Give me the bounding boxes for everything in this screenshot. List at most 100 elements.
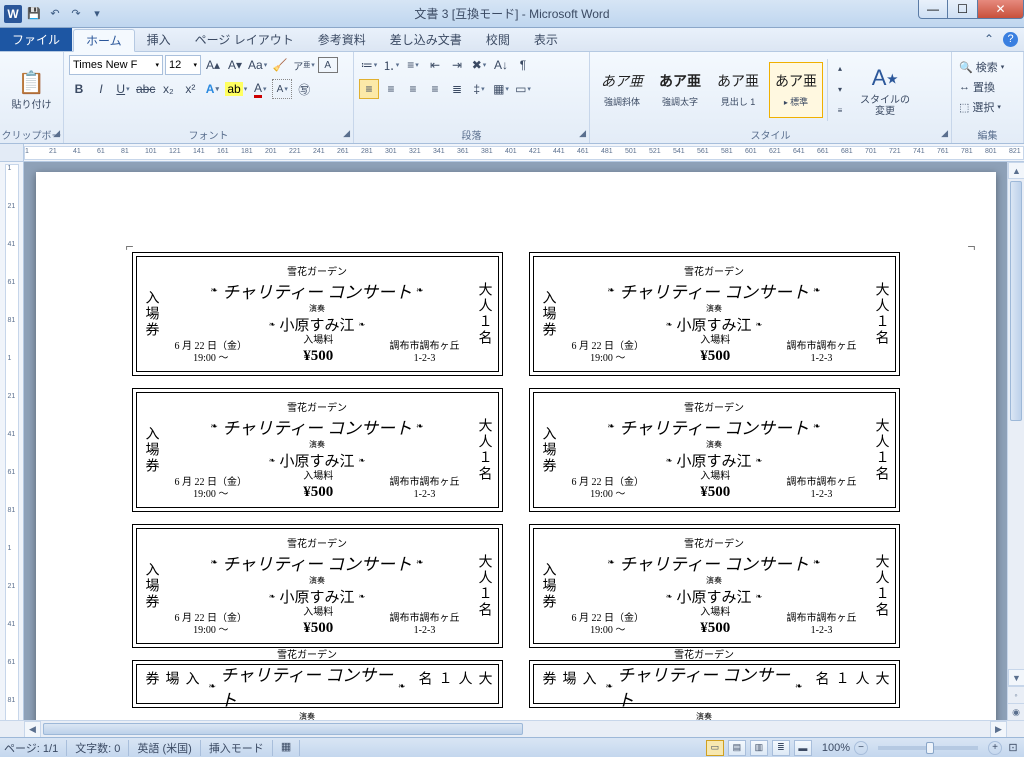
dialog-launcher-icon[interactable]: ◢ — [53, 128, 60, 139]
dialog-launcher-icon[interactable]: ◢ — [343, 128, 350, 139]
minimize-ribbon-icon[interactable]: ⌃ — [981, 31, 997, 47]
clear-formatting-button[interactable]: 🧹 — [270, 55, 290, 75]
tab-home[interactable]: ホーム — [73, 29, 135, 52]
tab-layout[interactable]: ページ レイアウト — [183, 28, 306, 51]
status-page[interactable]: ページ: 1/1 — [4, 740, 67, 756]
zoom-out-button[interactable]: − — [854, 741, 868, 755]
view-print-layout-icon[interactable]: ▭ — [706, 740, 724, 756]
status-macro-icon[interactable]: ▦ — [281, 740, 300, 756]
document-canvas[interactable]: ⌐ ¬ 入場券雪花ガーデンチャリティー コンサート演奏小原すみ江6 月 22 日… — [24, 162, 1007, 737]
italic-button[interactable]: I — [91, 79, 111, 99]
bullets-button[interactable]: ≔ — [359, 55, 379, 75]
sort-button[interactable]: A↓ — [491, 55, 511, 75]
horizontal-scrollbar[interactable]: ◀ ▶ — [0, 720, 1024, 737]
superscript-button[interactable]: x² — [180, 79, 200, 99]
maximize-button[interactable]: ☐ — [948, 0, 978, 19]
grow-font-button[interactable]: A▴ — [203, 55, 223, 75]
scroll-up-icon[interactable]: ▲ — [1008, 162, 1024, 179]
zoom-slider[interactable] — [878, 746, 978, 750]
highlight-button[interactable]: ab — [224, 79, 248, 99]
phonetic-guide-button[interactable]: ア亜 — [292, 55, 316, 75]
vertical-scrollbar[interactable]: ▲ ▼ ◦ ◉ ◦ — [1007, 162, 1024, 737]
scroll-down-icon[interactable]: ▼ — [1008, 669, 1024, 686]
font-color-button[interactable]: A — [250, 79, 270, 99]
qat-undo-icon[interactable]: ↶ — [46, 5, 64, 23]
numbering-button[interactable]: ⒈ — [381, 55, 401, 75]
shading-button[interactable]: ▦ — [491, 79, 511, 99]
qat-redo-icon[interactable]: ↷ — [67, 5, 85, 23]
tab-view[interactable]: 表示 — [522, 28, 570, 51]
view-outline-icon[interactable]: ≣ — [772, 740, 790, 756]
line-spacing-button[interactable]: ‡ — [469, 79, 489, 99]
replace-button[interactable]: ↔置換 — [957, 78, 997, 96]
qat-customize-icon[interactable]: ▾ — [88, 5, 106, 23]
view-web-icon[interactable]: ▥ — [750, 740, 768, 756]
char-shading-button[interactable]: A — [272, 79, 292, 99]
enclosed-char-button[interactable]: ㊢ — [294, 79, 314, 99]
tab-file[interactable]: ファイル — [0, 28, 72, 51]
style-gallery-more-icon[interactable]: ≡ — [830, 101, 850, 121]
prev-page-icon[interactable]: ◦ — [1008, 686, 1024, 703]
asian-layout-button[interactable]: ✖ — [469, 55, 489, 75]
tab-references[interactable]: 参考資料 — [306, 28, 378, 51]
change-case-button[interactable]: Aa — [247, 55, 268, 75]
align-left-button[interactable]: ≡ — [359, 79, 379, 99]
scroll-left-icon[interactable]: ◀ — [24, 721, 41, 738]
bold-button[interactable]: B — [69, 79, 89, 99]
paste-button[interactable]: 📋 貼り付け — [6, 66, 58, 113]
decrease-indent-button[interactable]: ⇤ — [425, 55, 445, 75]
app-icon[interactable]: W — [4, 5, 22, 23]
style-normal[interactable]: あア亜標準 — [769, 62, 823, 118]
horizontal-ruler[interactable]: 1214161811011211411611812012212412612813… — [0, 144, 1024, 162]
ticket-event: チャリティー コンサート — [607, 414, 820, 439]
style-gallery-down-icon[interactable]: ▾ — [830, 80, 850, 100]
enclose-chars-button[interactable]: A — [318, 57, 338, 73]
borders-button[interactable]: ▭ — [513, 79, 533, 99]
justify-button[interactable]: ≡ — [425, 79, 445, 99]
multilevel-button[interactable]: ≡ — [403, 55, 423, 75]
find-button[interactable]: 🔍検索▾ — [957, 58, 1006, 76]
text-effects-button[interactable]: A — [202, 79, 222, 99]
qat-save-icon[interactable]: 💾 — [25, 5, 43, 23]
font-size-combo[interactable]: 12▾ — [165, 55, 201, 75]
shrink-font-button[interactable]: A▾ — [225, 55, 245, 75]
zoom-in-button[interactable]: + — [988, 741, 1002, 755]
dialog-launcher-icon[interactable]: ◢ — [579, 128, 586, 139]
view-fullscreen-icon[interactable]: ▤ — [728, 740, 746, 756]
scroll-thumb[interactable] — [1010, 181, 1022, 421]
style-emphasis-italic[interactable]: あア亜強調斜体 — [595, 62, 649, 118]
browse-object-icon[interactable]: ◉ — [1008, 703, 1024, 720]
select-button[interactable]: ⬚選択▾ — [957, 98, 1003, 116]
increase-indent-button[interactable]: ⇥ — [447, 55, 467, 75]
status-word-count[interactable]: 文字数: 0 — [75, 740, 129, 756]
ticket-right-label: 大人１名 — [470, 257, 498, 371]
help-icon[interactable]: ? — [1003, 32, 1018, 47]
status-insert-mode[interactable]: 挿入モード — [209, 740, 273, 756]
change-styles-button[interactable]: A⭑ スタイルの 変更 — [854, 61, 916, 119]
show-marks-button[interactable]: ¶ — [513, 55, 533, 75]
distribute-button[interactable]: ≣ — [447, 79, 467, 99]
view-draft-icon[interactable]: ▬ — [794, 740, 812, 756]
strikethrough-button[interactable]: abc — [135, 79, 156, 99]
tab-insert[interactable]: 挿入 — [135, 28, 183, 51]
style-heading1[interactable]: あア亜見出し 1 — [711, 62, 765, 118]
dialog-launcher-icon[interactable]: ◢ — [941, 128, 948, 139]
subscript-button[interactable]: x₂ — [158, 79, 178, 99]
minimize-button[interactable]: — — [918, 0, 948, 19]
underline-button[interactable]: U — [113, 79, 133, 99]
zoom-fit-icon[interactable]: ⊡ — [1006, 741, 1020, 754]
ticket-event: チャリティー コンサート — [606, 661, 803, 711]
font-name-combo[interactable]: Times New F▾ — [69, 55, 163, 75]
tab-mailings[interactable]: 差し込み文書 — [378, 28, 474, 51]
scroll-right-icon[interactable]: ▶ — [990, 721, 1007, 738]
align-center-button[interactable]: ≡ — [381, 79, 401, 99]
vertical-ruler[interactable]: 121416181121416181121416181 — [0, 162, 24, 737]
zoom-level[interactable]: 100% — [822, 742, 850, 754]
style-emphasis-bold[interactable]: あア亜強調太字 — [653, 62, 707, 118]
align-right-button[interactable]: ≡ — [403, 79, 423, 99]
close-button[interactable]: ✕ — [978, 0, 1024, 19]
tab-review[interactable]: 校閲 — [474, 28, 522, 51]
hscroll-thumb[interactable] — [43, 723, 523, 735]
status-language[interactable]: 英語 (米国) — [137, 740, 200, 756]
style-gallery-up-icon[interactable]: ▴ — [830, 59, 850, 79]
